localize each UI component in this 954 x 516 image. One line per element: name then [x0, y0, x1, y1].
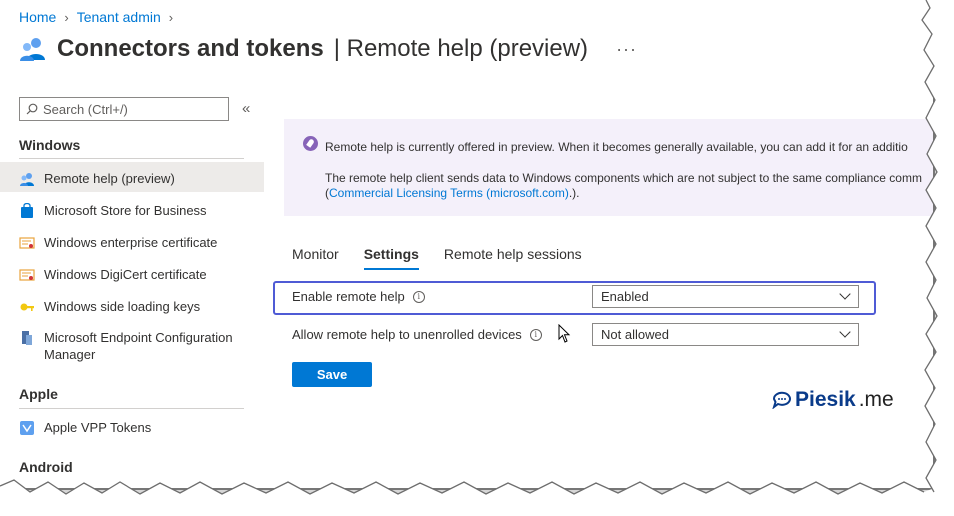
- torn-paper-edge: [0, 0, 954, 516]
